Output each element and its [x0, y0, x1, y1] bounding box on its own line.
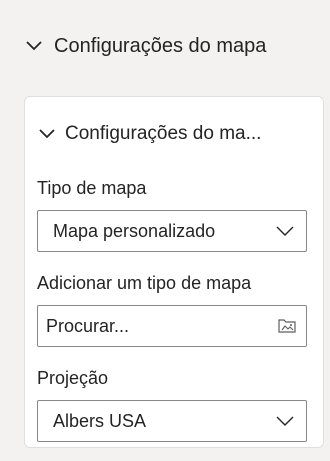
map-settings-card: Configurações do ma... Tipo de mapa Mapa… [24, 96, 324, 448]
chevron-down-icon [39, 129, 55, 139]
projection-value: Albers USA [53, 410, 147, 431]
chevron-down-icon [276, 416, 294, 426]
map-type-value: Mapa personalizado [53, 220, 216, 241]
projection-label: Projeção [37, 368, 109, 388]
section-title: Configurações do mapa [54, 34, 267, 57]
browse-input[interactable] [46, 315, 276, 337]
card-title: Configurações do ma... [65, 123, 262, 144]
map-type-label: Tipo de mapa [37, 178, 147, 198]
projection-dropdown[interactable]: Albers USA [37, 400, 307, 442]
browse-file-icon[interactable] [276, 315, 298, 337]
chevron-down-icon [276, 226, 294, 236]
map-type-dropdown[interactable]: Mapa personalizado [37, 210, 307, 252]
map-settings-card-header[interactable]: Configurações do ma... [37, 119, 322, 149]
add-map-type-label: Adicionar um tipo de mapa [37, 273, 252, 293]
chevron-down-icon [26, 41, 42, 51]
map-settings-section-header[interactable]: Configurações do mapa [0, 0, 330, 92]
add-map-type-search [37, 305, 307, 347]
format-pane: Configurações do mapa Configurações do m… [0, 0, 330, 461]
